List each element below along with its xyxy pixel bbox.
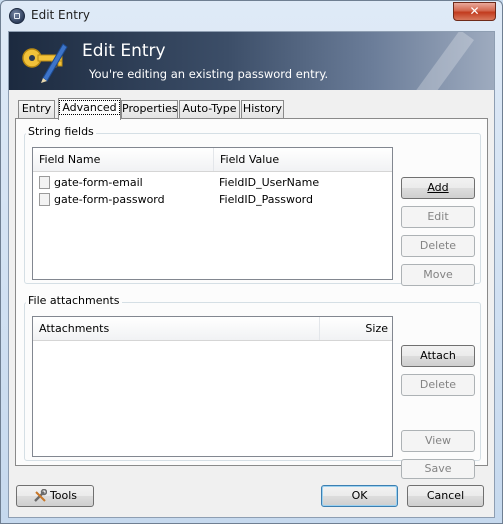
attachments-list[interactable]: Attachments Size: [32, 316, 393, 457]
add-field-button[interactable]: Add: [401, 177, 475, 199]
delete-field-button[interactable]: Delete: [401, 235, 475, 257]
cancel-button[interactable]: Cancel: [407, 485, 484, 507]
attachments-header: Attachments Size: [33, 317, 392, 341]
file-attachments-label: File attachments: [26, 294, 122, 307]
tab-history[interactable]: History: [241, 100, 284, 118]
string-fields-header: Field Name Field Value: [33, 148, 392, 172]
field-name-cell: gate-form-password: [54, 193, 165, 206]
title-bar[interactable]: Edit Entry ✕: [1, 1, 502, 31]
table-row[interactable]: gate-form-email FieldID_UserName: [33, 174, 392, 191]
save-attachment-button[interactable]: Save: [401, 459, 475, 479]
field-icon: [39, 193, 50, 206]
banner-title: Edit Entry: [82, 41, 166, 61]
ok-button[interactable]: OK: [321, 485, 398, 507]
tab-auto-type-label: Auto-Type: [182, 102, 237, 115]
key-pen-icon: [22, 43, 68, 83]
tools-button[interactable]: Tools: [16, 485, 94, 507]
tab-properties-label: Properties: [122, 102, 178, 115]
field-value-cell: FieldID_Password: [219, 193, 313, 206]
pen-watermark-icon: [416, 32, 474, 90]
add-label: Add: [427, 181, 449, 194]
field-value-cell: FieldID_UserName: [219, 176, 320, 189]
tab-auto-type[interactable]: Auto-Type: [179, 100, 240, 118]
tab-properties[interactable]: Properties: [121, 100, 178, 118]
tools-icon: [34, 489, 47, 502]
advanced-tab-panel: String fields Field Name Field Value gat…: [15, 118, 488, 479]
edit-field-button[interactable]: Edit: [401, 206, 475, 228]
field-icon: [39, 176, 50, 189]
string-fields-list[interactable]: Field Name Field Value gate-form-email F…: [32, 147, 393, 280]
tab-entry[interactable]: Entry: [18, 100, 55, 118]
column-field-name[interactable]: Field Name: [33, 148, 213, 171]
close-button[interactable]: ✕: [453, 2, 496, 21]
string-fields-label: String fields: [26, 125, 96, 138]
column-attachments[interactable]: Attachments: [33, 317, 319, 340]
tab-advanced-label: Advanced: [59, 100, 120, 115]
delete-attachment-button[interactable]: Delete: [401, 374, 475, 396]
edit-entry-window: Edit Entry ✕ Edit Entry You're editing a: [0, 0, 503, 524]
table-row[interactable]: gate-form-password FieldID_Password: [33, 191, 392, 208]
window-title: Edit Entry: [31, 8, 90, 22]
view-attachment-button[interactable]: View: [401, 430, 475, 452]
tools-label: Tools: [49, 489, 78, 502]
move-field-button[interactable]: Move: [401, 264, 475, 286]
tab-advanced[interactable]: Advanced: [58, 98, 121, 120]
tab-history-label: History: [242, 102, 283, 115]
banner-subtitle: You're editing an existing password entr…: [89, 67, 329, 81]
dialog-client-area: Edit Entry You're editing an existing pa…: [8, 31, 495, 518]
column-size[interactable]: Size: [319, 317, 392, 340]
lock-app-icon: [9, 8, 25, 24]
tab-entry-label: Entry: [21, 102, 52, 115]
attach-button[interactable]: Attach: [401, 345, 475, 367]
field-name-cell: gate-form-email: [54, 176, 143, 189]
column-field-value[interactable]: Field Value: [213, 148, 392, 171]
banner: Edit Entry You're editing an existing pa…: [9, 32, 494, 90]
